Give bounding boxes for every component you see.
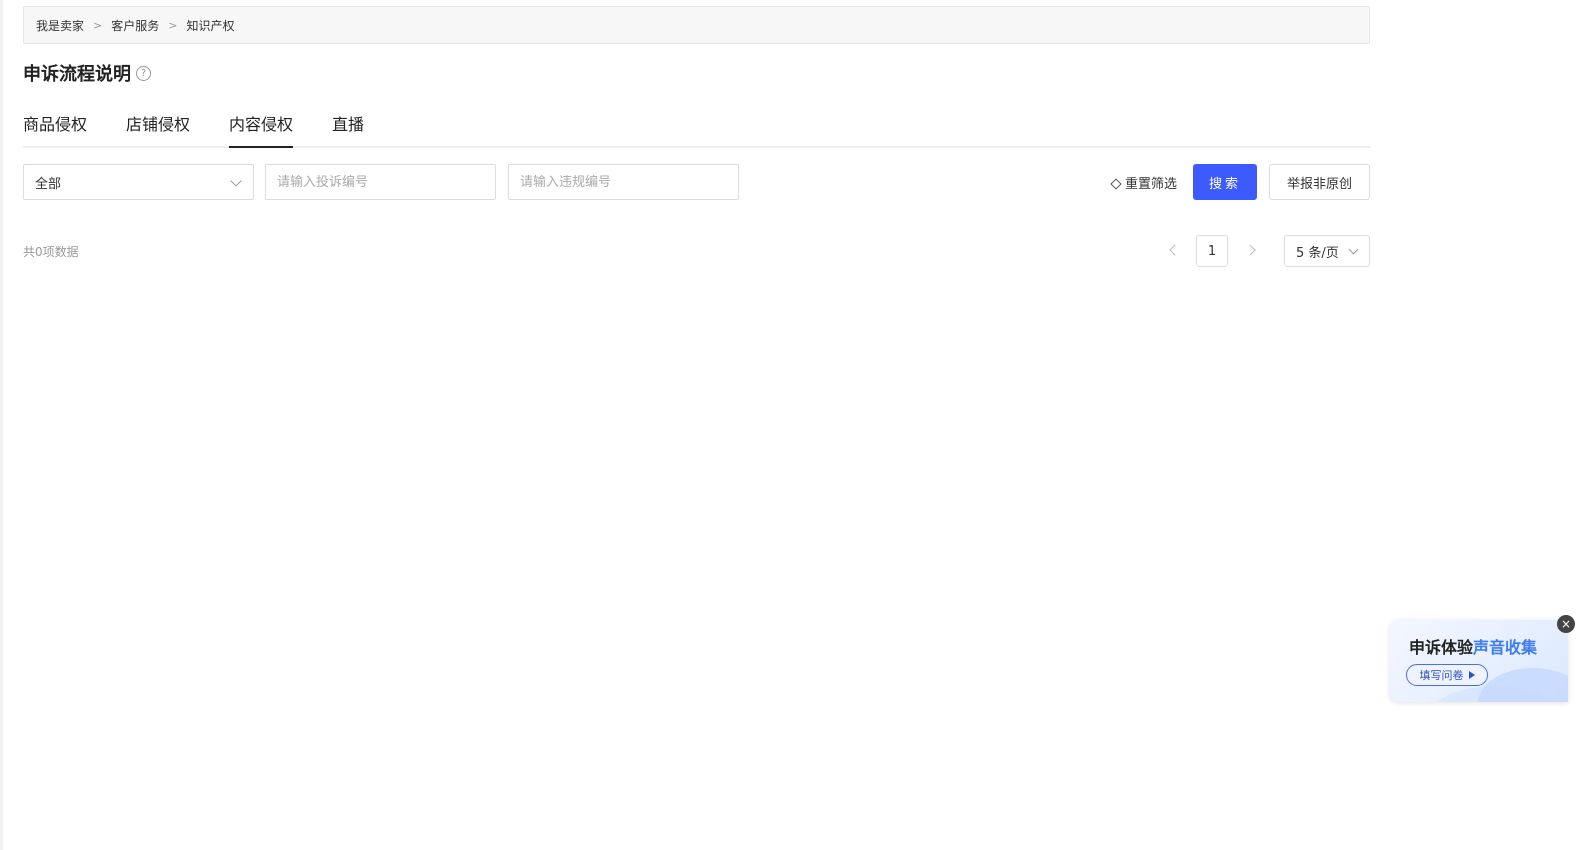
survey-decoration <box>1478 668 1568 702</box>
breadcrumb-item-customer-service[interactable]: 客户服务 <box>111 17 159 34</box>
left-edge-divider <box>0 0 3 850</box>
survey-title-accent: 声音收集 <box>1473 638 1538 657</box>
breadcrumb-item-seller[interactable]: 我是卖家 <box>36 17 84 34</box>
breadcrumb: 我是卖家 > 客户服务 > 知识产权 <box>23 6 1370 44</box>
chevron-right-icon[interactable] <box>1244 244 1256 256</box>
tab-live-stream[interactable]: 直播 <box>332 106 364 146</box>
breadcrumb-item-ip: 知识产权 <box>186 18 235 33</box>
status-select[interactable]: 全部 <box>23 164 254 200</box>
chevron-down-icon <box>1348 244 1359 255</box>
pagination: 1 5 条/页 <box>1160 235 1370 267</box>
survey-banner[interactable]: 申诉体验声音收集 填写问卷 <box>1390 620 1568 702</box>
status-select-value: 全部 <box>35 176 62 192</box>
page-title: 申诉流程说明 <box>23 64 131 85</box>
fill-survey-label: 填写问卷 <box>1419 669 1464 682</box>
play-icon <box>1468 671 1475 679</box>
search-button[interactable]: 搜索 <box>1193 164 1257 200</box>
chevron-down-icon <box>230 175 242 187</box>
page-size-value: 5 条/页 <box>1296 245 1339 261</box>
fill-survey-button[interactable]: 填写问卷 <box>1406 664 1488 686</box>
tab-bar: 商品侵权 店铺侵权 内容侵权 直播 <box>23 106 1370 148</box>
page-number-current[interactable]: 1 <box>1196 235 1228 267</box>
reset-filters-label: 重置筛选 <box>1125 176 1178 192</box>
help-circle-icon[interactable]: ? <box>136 65 151 81</box>
survey-title: 申诉体验声音收集 <box>1409 634 1537 658</box>
reset-filters-button[interactable]: 重置筛选 <box>1110 164 1178 200</box>
eraser-icon <box>1110 177 1122 190</box>
tab-product-infringement[interactable]: 商品侵权 <box>23 106 87 146</box>
breadcrumb-separator: > <box>93 18 103 32</box>
filter-row: 全部 重置筛选 搜索 举报非原创 <box>23 164 1370 200</box>
tab-store-infringement[interactable]: 店铺侵权 <box>126 106 190 146</box>
chevron-left-icon[interactable] <box>1169 244 1181 256</box>
title-row: 申诉流程说明 ? <box>23 60 151 86</box>
page-size-select[interactable]: 5 条/页 <box>1284 235 1370 267</box>
close-icon[interactable]: × <box>1557 615 1575 633</box>
violation-number-input[interactable] <box>508 164 739 200</box>
complaint-number-input[interactable] <box>265 164 496 200</box>
total-count: 共0项数据 <box>23 245 79 259</box>
survey-title-prefix: 申诉体验 <box>1409 638 1474 657</box>
report-non-original-button[interactable]: 举报非原创 <box>1269 164 1370 200</box>
breadcrumb-separator: > <box>168 18 178 32</box>
tab-content-infringement[interactable]: 内容侵权 <box>229 106 294 148</box>
